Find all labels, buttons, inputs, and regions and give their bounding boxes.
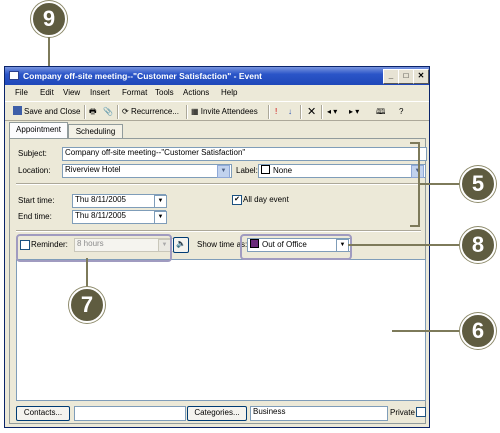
callout-8-leader (348, 244, 462, 246)
divider (16, 230, 421, 232)
toolbar: Save and Close 🖶 📎 ⟳ Recurrence... ▦ Inv… (5, 101, 429, 121)
toolbar-separator (117, 105, 119, 119)
label-select[interactable]: None (258, 164, 426, 178)
tab-row: Appointment Scheduling (5, 121, 429, 140)
save-close-button[interactable]: Save and Close (13, 105, 80, 119)
reminder-highlight (16, 234, 172, 262)
callout-8: 8 (460, 227, 496, 263)
divider (16, 183, 421, 185)
label-color-swatch (261, 165, 270, 174)
private-checkbox[interactable] (416, 407, 426, 417)
end-time-label: End time: (18, 212, 52, 221)
previous-item-icon[interactable]: ◂ ▾ (327, 105, 337, 119)
start-date-field[interactable]: Thu 8/11/2005 (72, 194, 166, 208)
menu-help[interactable]: Help (221, 88, 237, 97)
label-label: Label: (236, 166, 258, 175)
all-day-label: All day event (243, 195, 289, 204)
show-time-highlight (240, 234, 352, 260)
private-label: Private (390, 408, 415, 417)
end-date-dropdown-icon[interactable]: ▼ (154, 211, 167, 224)
save-icon (13, 106, 22, 115)
app-icon (9, 71, 19, 80)
title-bar: Company off-site meeting--"Customer Sati… (5, 67, 429, 85)
menu-bar: File Edit View Insert Format Tools Actio… (5, 85, 429, 101)
print-icon[interactable]: 🖶 (89, 105, 97, 119)
recurrence-button[interactable]: ⟳ Recurrence... (122, 105, 179, 119)
callout-5-bracket (410, 225, 420, 227)
callout-6: 6 (460, 313, 496, 349)
address-book-icon[interactable]: 🕮 (376, 105, 385, 119)
callout-7-leader (86, 258, 88, 288)
appointment-panel: Subject: Company off-site meeting--"Cust… (9, 138, 427, 424)
speaker-icon: 🔈 (176, 239, 186, 248)
toolbar-separator (186, 105, 188, 119)
contacts-field[interactable] (74, 406, 186, 421)
menu-insert[interactable]: Insert (90, 88, 110, 97)
callout-9: 9 (31, 1, 67, 37)
categories-button[interactable]: Categories... (187, 406, 247, 421)
high-importance-icon[interactable]: ! (275, 105, 277, 119)
recurrence-icon: ⟳ (122, 107, 131, 116)
all-day-checkbox[interactable]: ✔ (232, 195, 242, 205)
close-button[interactable]: ✕ (413, 69, 429, 84)
notes-area[interactable] (16, 259, 426, 401)
location-field[interactable]: Riverview Hotel (62, 164, 232, 178)
location-dropdown-icon[interactable]: ▼ (217, 165, 230, 178)
categories-field[interactable]: Business (250, 406, 388, 421)
location-label: Location: (18, 166, 51, 175)
toolbar-separator (300, 105, 302, 119)
invite-icon: ▦ (191, 107, 201, 116)
toolbar-separator (268, 105, 270, 119)
start-date-dropdown-icon[interactable]: ▼ (154, 195, 167, 208)
callout-5-leader (420, 183, 462, 185)
menu-edit[interactable]: Edit (40, 88, 54, 97)
menu-actions[interactable]: Actions (183, 88, 209, 97)
subject-field[interactable]: Company off-site meeting--"Customer Sati… (62, 147, 427, 161)
end-date-field[interactable]: Thu 8/11/2005 (72, 210, 166, 224)
menu-file[interactable]: File (15, 88, 28, 97)
invite-attendees-button[interactable]: ▦ Invite Attendees (191, 105, 258, 119)
help-icon[interactable]: ? (399, 105, 403, 119)
minimize-button[interactable]: _ (383, 69, 399, 84)
window-title: Company off-site meeting--"Customer Sati… (23, 71, 263, 81)
contacts-button[interactable]: Contacts... (16, 406, 70, 421)
attach-icon[interactable]: 📎 (103, 105, 113, 119)
toolbar-separator (84, 105, 86, 119)
low-importance-icon[interactable]: ↓ (288, 105, 292, 119)
next-item-icon[interactable]: ▸ ▾ (349, 105, 359, 119)
toolbar-separator (321, 105, 323, 119)
reminder-sound-button[interactable]: 🔈 (173, 237, 189, 253)
menu-view[interactable]: View (63, 88, 80, 97)
menu-tools[interactable]: Tools (155, 88, 174, 97)
start-time-label: Start time: (18, 196, 55, 205)
callout-5-bracket (410, 142, 420, 144)
delete-icon[interactable]: ✕ (307, 105, 316, 119)
menu-format[interactable]: Format (122, 88, 147, 97)
maximize-button[interactable]: □ (398, 69, 414, 84)
callout-7: 7 (69, 287, 105, 323)
callout-5: 5 (460, 166, 496, 202)
callout-6-leader (392, 330, 462, 332)
subject-label: Subject: (18, 149, 47, 158)
